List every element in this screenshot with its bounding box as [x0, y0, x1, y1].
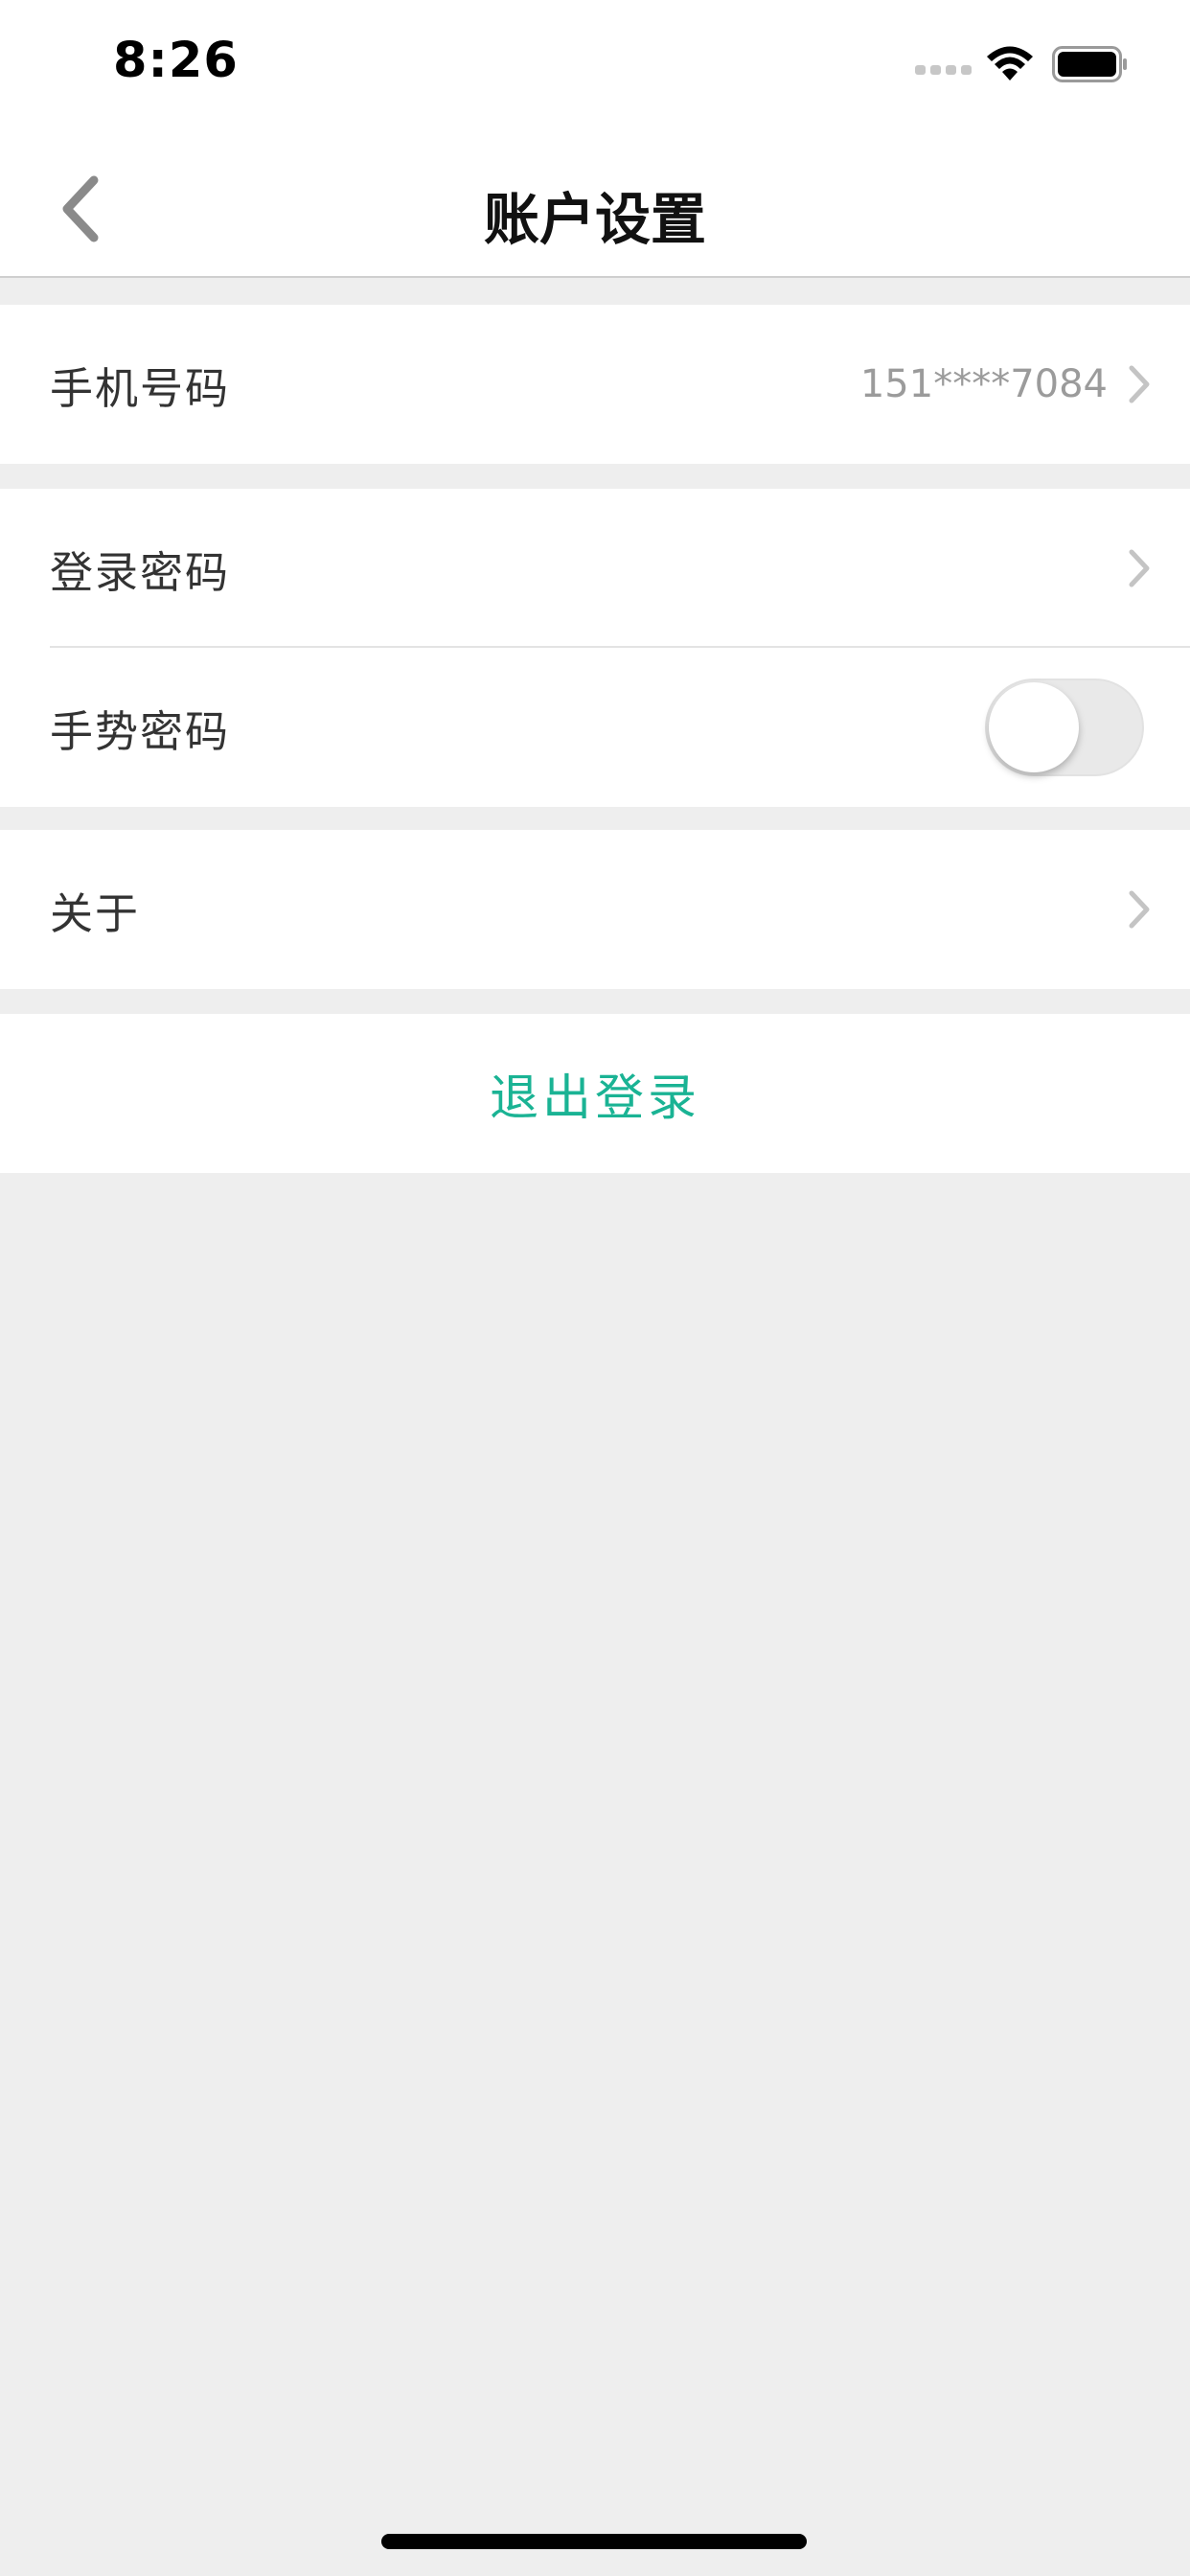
logout-label: 退出登录 — [489, 1070, 700, 1127]
about-label: 关于 — [50, 887, 141, 939]
home-indicator — [381, 2534, 807, 2549]
navigation-bar: 账户设置 — [0, 134, 1190, 278]
battery-icon — [1052, 46, 1127, 82]
wifi-icon — [987, 46, 1033, 80]
phone-number-value: 151****7084 — [859, 362, 1108, 406]
cellular-signal-icon — [915, 65, 972, 75]
status-bar: 8:26 — [0, 0, 1190, 134]
phone-number-row[interactable]: 手机号码 151****7084 — [0, 305, 1190, 464]
gesture-password-label: 手势密码 — [50, 705, 231, 757]
logout-button[interactable]: 退出登录 — [0, 1014, 1190, 1173]
page-title: 账户设置 — [483, 187, 706, 252]
status-time: 8:26 — [113, 33, 239, 89]
chevron-right-icon — [1129, 365, 1150, 403]
about-row[interactable]: 关于 — [0, 830, 1190, 989]
login-password-row[interactable]: 登录密码 — [0, 489, 1190, 648]
gesture-password-toggle[interactable] — [985, 678, 1144, 776]
about-group: 关于 — [0, 830, 1190, 989]
chevron-right-icon — [1129, 549, 1150, 587]
login-password-label: 登录密码 — [50, 546, 231, 598]
password-group: 登录密码 手势密码 — [0, 489, 1190, 807]
phone-group: 手机号码 151****7084 — [0, 305, 1190, 464]
chevron-right-icon — [1129, 890, 1150, 929]
toggle-knob — [989, 682, 1079, 772]
phone-number-label: 手机号码 — [50, 362, 231, 414]
gesture-password-row: 手势密码 — [0, 648, 1190, 807]
